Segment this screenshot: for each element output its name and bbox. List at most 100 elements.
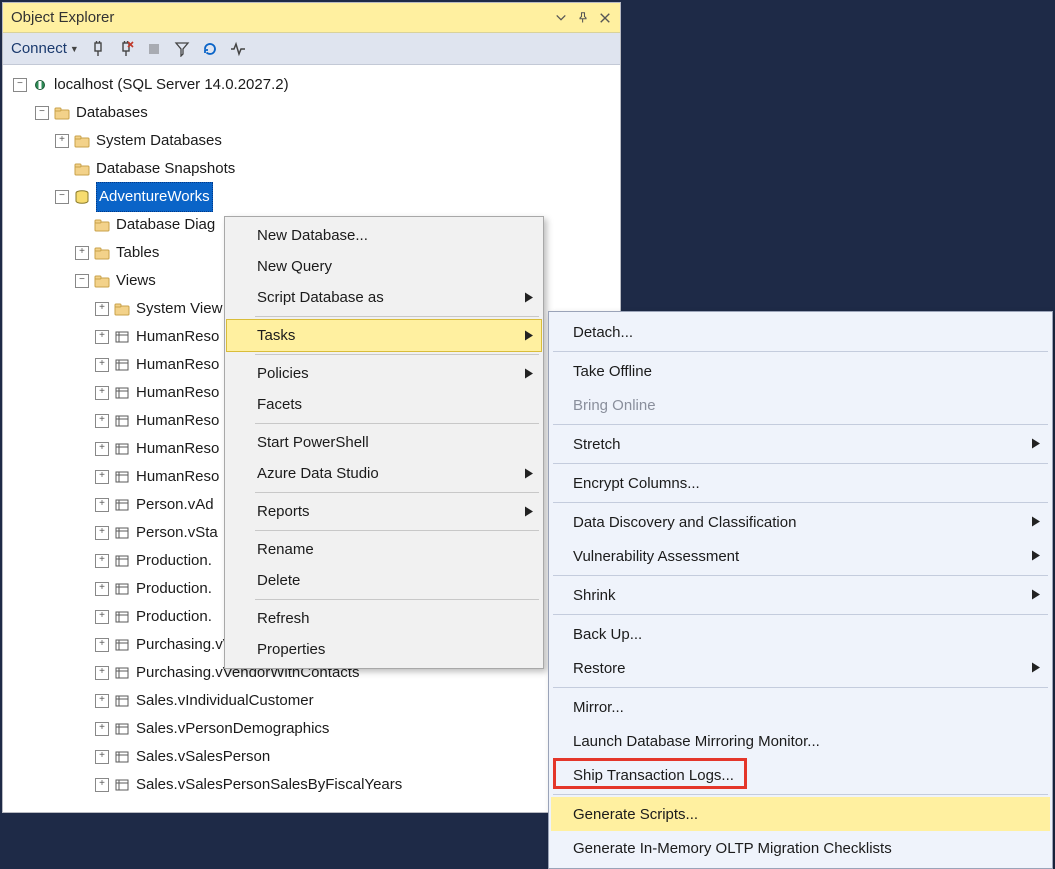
view-icon xyxy=(113,776,131,794)
folder-icon xyxy=(73,160,91,178)
view-icon xyxy=(113,440,131,458)
menu-separator xyxy=(255,530,539,531)
view-icon xyxy=(113,496,131,514)
refresh-icon[interactable] xyxy=(201,40,219,58)
menu-separator xyxy=(255,316,539,317)
menu-separator xyxy=(255,492,539,493)
chevron-down-icon: ▼ xyxy=(70,44,79,54)
folder-icon xyxy=(93,244,111,262)
menu-item-shrink[interactable]: Shrink xyxy=(551,578,1050,612)
view-icon xyxy=(113,636,131,654)
menu-item-properties[interactable]: Properties xyxy=(227,634,541,665)
tree-node[interactable]: +Sales.vSalesPersonSalesByFiscalYears xyxy=(9,771,620,799)
view-icon xyxy=(113,356,131,374)
window-options-icon[interactable] xyxy=(552,9,570,27)
submenu-tasks: Detach... Take Offline Bring Online Stre… xyxy=(548,311,1053,869)
menu-item-new-database[interactable]: New Database... xyxy=(227,220,541,251)
folder-icon xyxy=(93,272,111,290)
pin-icon[interactable] xyxy=(574,9,592,27)
connect-dropdown[interactable]: Connect ▼ xyxy=(11,40,79,57)
folder-icon xyxy=(113,300,131,318)
menu-item-generate-scripts[interactable]: Generate Scripts... xyxy=(551,797,1050,831)
server-icon xyxy=(31,76,49,94)
tree-node-database-snapshots[interactable]: Database Snapshots xyxy=(9,155,620,183)
menu-item-tasks[interactable]: Tasks xyxy=(227,320,541,351)
menu-item-policies[interactable]: Policies xyxy=(227,358,541,389)
menu-item-encrypt-columns[interactable]: Encrypt Columns... xyxy=(551,466,1050,500)
menu-separator xyxy=(553,794,1048,795)
menu-item-rename[interactable]: Rename xyxy=(227,534,541,565)
menu-item-facets[interactable]: Facets xyxy=(227,389,541,420)
filter-icon[interactable] xyxy=(173,40,191,58)
view-icon xyxy=(113,468,131,486)
menu-separator xyxy=(553,614,1048,615)
tree-node[interactable]: +Sales.vPersonDemographics xyxy=(9,715,620,743)
connect-icon[interactable] xyxy=(89,40,107,58)
submenu-arrow-icon xyxy=(525,327,533,344)
menu-separator xyxy=(255,354,539,355)
menu-item-restore[interactable]: Restore xyxy=(551,651,1050,685)
view-icon xyxy=(113,692,131,710)
view-icon xyxy=(113,748,131,766)
view-icon xyxy=(113,524,131,542)
activity-monitor-icon[interactable] xyxy=(229,40,247,58)
view-icon xyxy=(113,328,131,346)
menu-separator xyxy=(255,423,539,424)
menu-separator xyxy=(553,502,1048,503)
menu-item-data-discovery[interactable]: Data Discovery and Classification xyxy=(551,505,1050,539)
menu-item-script-database-as[interactable]: Script Database as xyxy=(227,282,541,313)
connect-label: Connect xyxy=(11,40,67,57)
menu-item-reports[interactable]: Reports xyxy=(227,496,541,527)
menu-item-take-offline[interactable]: Take Offline xyxy=(551,354,1050,388)
tree-node-server[interactable]: −localhost (SQL Server 14.0.2027.2) xyxy=(9,71,620,99)
folder-icon xyxy=(93,216,111,234)
tree-node[interactable]: +Sales.vIndividualCustomer xyxy=(9,687,620,715)
submenu-arrow-icon xyxy=(1032,660,1040,677)
toolbar: Connect ▼ xyxy=(3,33,620,65)
menu-item-bring-online: Bring Online xyxy=(551,388,1050,422)
context-menu-database: New Database... New Query Script Databas… xyxy=(224,216,544,669)
menu-item-refresh[interactable]: Refresh xyxy=(227,603,541,634)
submenu-arrow-icon xyxy=(525,503,533,520)
menu-item-generate-in-memory-oltp[interactable]: Generate In-Memory OLTP Migration Checkl… xyxy=(551,831,1050,865)
view-icon xyxy=(113,608,131,626)
submenu-arrow-icon xyxy=(1032,587,1040,604)
view-icon xyxy=(113,580,131,598)
panel-title-text: Object Explorer xyxy=(11,9,114,26)
tree-node-databases[interactable]: −Databases xyxy=(9,99,620,127)
menu-separator xyxy=(553,575,1048,576)
view-icon xyxy=(113,412,131,430)
submenu-arrow-icon xyxy=(1032,548,1040,565)
close-icon[interactable] xyxy=(596,9,614,27)
menu-item-ship-transaction-logs[interactable]: Ship Transaction Logs... xyxy=(551,758,1050,792)
menu-item-detach[interactable]: Detach... xyxy=(551,315,1050,349)
menu-item-back-up[interactable]: Back Up... xyxy=(551,617,1050,651)
submenu-arrow-icon xyxy=(1032,514,1040,531)
submenu-arrow-icon xyxy=(525,365,533,382)
menu-separator xyxy=(553,687,1048,688)
menu-item-new-query[interactable]: New Query xyxy=(227,251,541,282)
menu-item-start-powershell[interactable]: Start PowerShell xyxy=(227,427,541,458)
menu-item-stretch[interactable]: Stretch xyxy=(551,427,1050,461)
tree-node-adventureworks[interactable]: −AdventureWorks xyxy=(9,183,620,211)
tree-node[interactable]: +Sales.vSalesPerson xyxy=(9,743,620,771)
menu-separator xyxy=(553,463,1048,464)
menu-item-azure-data-studio[interactable]: Azure Data Studio xyxy=(227,458,541,489)
view-icon xyxy=(113,552,131,570)
view-icon xyxy=(113,384,131,402)
menu-separator xyxy=(255,599,539,600)
stop-icon xyxy=(145,40,163,58)
view-icon xyxy=(113,664,131,682)
panel-titlebar: Object Explorer xyxy=(3,3,620,33)
menu-separator xyxy=(553,424,1048,425)
tree-node-system-databases[interactable]: +System Databases xyxy=(9,127,620,155)
submenu-arrow-icon xyxy=(525,289,533,306)
database-icon xyxy=(73,188,91,206)
menu-item-mirror[interactable]: Mirror... xyxy=(551,690,1050,724)
menu-item-launch-mirroring-monitor[interactable]: Launch Database Mirroring Monitor... xyxy=(551,724,1050,758)
menu-item-vulnerability-assessment[interactable]: Vulnerability Assessment xyxy=(551,539,1050,573)
submenu-arrow-icon xyxy=(1032,436,1040,453)
disconnect-icon[interactable] xyxy=(117,40,135,58)
folder-icon xyxy=(53,104,71,122)
menu-item-delete[interactable]: Delete xyxy=(227,565,541,596)
